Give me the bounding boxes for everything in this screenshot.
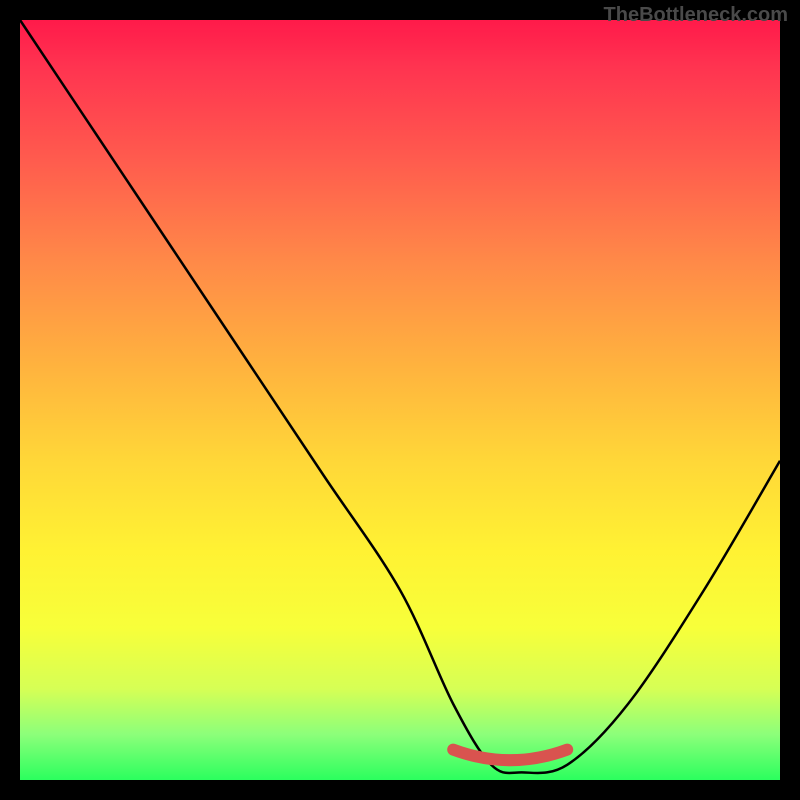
bottleneck-curve-line: [20, 20, 780, 773]
optimal-zone-marker: [453, 750, 567, 761]
bottleneck-chart: [20, 20, 780, 780]
watermark-text: TheBottleneck.com: [604, 4, 788, 27]
chart-gradient-area: [20, 20, 780, 780]
